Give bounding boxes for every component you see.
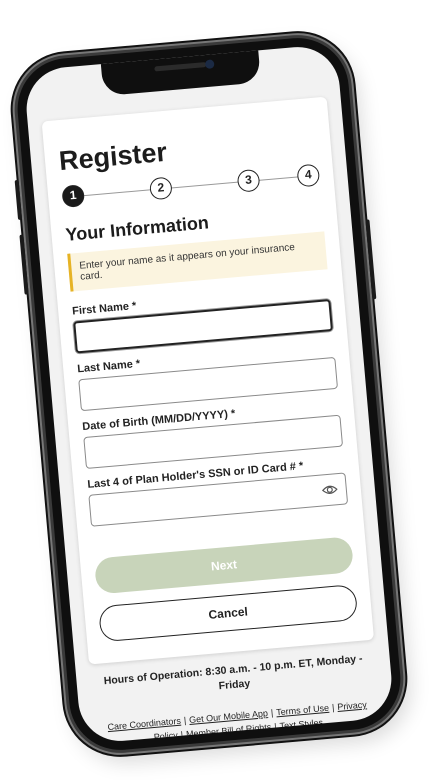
- speaker: [154, 61, 207, 72]
- next-button[interactable]: Next: [93, 536, 355, 595]
- step-3: 3: [236, 168, 261, 193]
- step-2: 2: [148, 176, 173, 201]
- phone-screen: Register 1 2 3 4 Your Information Enter …: [23, 43, 395, 745]
- registration-card: Register 1 2 3 4 Your Information Enter …: [41, 96, 375, 665]
- dob-field-group: Date of Birth (MM/DD/YYYY) *: [82, 399, 344, 469]
- cancel-button[interactable]: Cancel: [98, 583, 359, 643]
- terms-of-use-link[interactable]: Terms of Use: [276, 703, 330, 718]
- last-name-field-group: Last Name *: [77, 341, 339, 412]
- stepper-line: [74, 175, 308, 197]
- front-camera: [204, 59, 215, 70]
- eye-icon[interactable]: [321, 482, 338, 497]
- phone-device: Register 1 2 3 4 Your Information Enter …: [10, 30, 408, 758]
- first-name-field-group: First Name *: [72, 283, 333, 354]
- step-1: 1: [61, 184, 86, 208]
- step-4: 4: [296, 163, 321, 188]
- phone-mockup: Register 1 2 3 4 Your Information Enter …: [0, 0, 436, 780]
- ssn-field-group: Last 4 of Plan Holder's SSN or ID Card #…: [87, 456, 349, 527]
